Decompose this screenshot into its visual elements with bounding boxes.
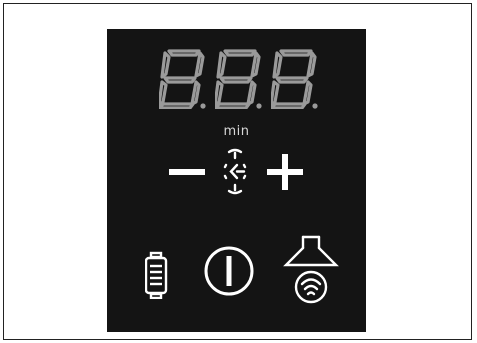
digit-3 — [271, 47, 319, 109]
filter-button[interactable] — [145, 251, 173, 299]
digit-2 — [215, 47, 263, 109]
power-icon — [204, 246, 254, 296]
timer-icon — [223, 148, 247, 195]
seven-segment-display — [155, 47, 325, 109]
grease-filter-icon — [145, 251, 168, 299]
minus-button[interactable] — [169, 166, 205, 178]
minus-icon — [169, 169, 205, 175]
power-button[interactable] — [203, 245, 255, 297]
digit-1 — [159, 47, 207, 109]
plus-icon — [267, 154, 303, 190]
plus-button[interactable] — [267, 154, 303, 190]
hood-button[interactable] — [283, 235, 339, 311]
timer-button[interactable] — [220, 143, 250, 199]
unit-label: min — [223, 124, 250, 139]
control-panel: min — [107, 29, 366, 332]
hood-fan-icon — [283, 235, 339, 304]
